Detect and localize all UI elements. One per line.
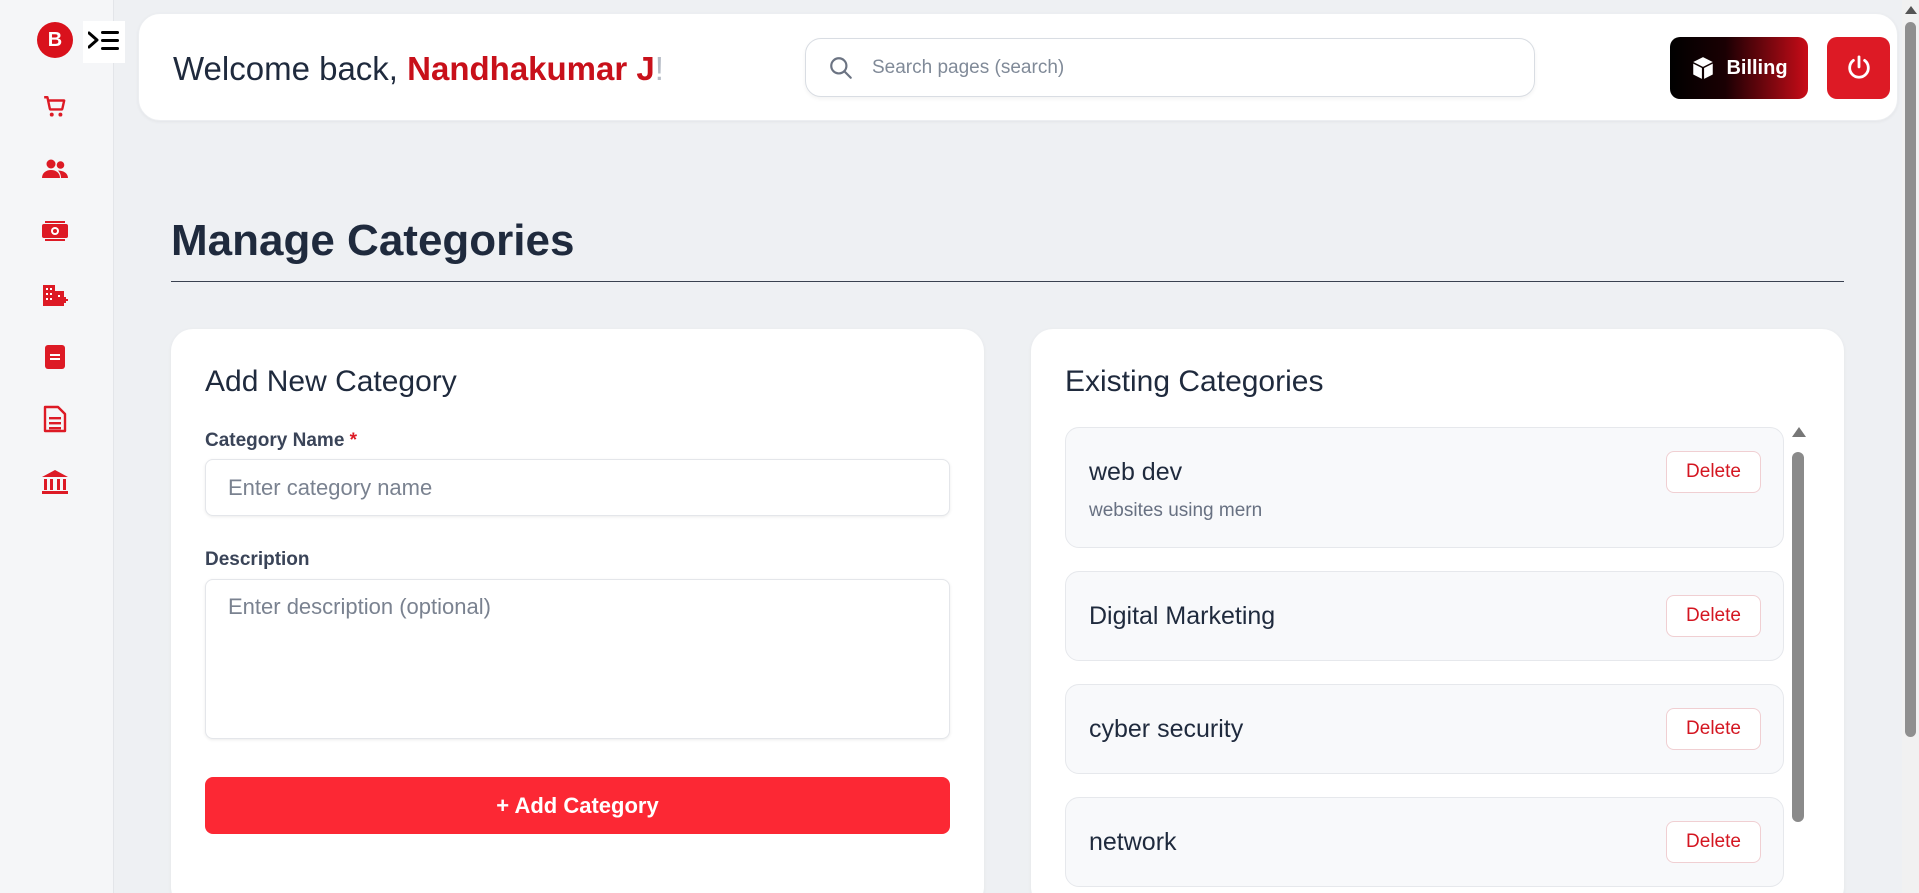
page-scroll-up-arrow-icon[interactable]: [1905, 6, 1917, 14]
nav-bank[interactable]: [40, 467, 70, 497]
box-icon: [1693, 57, 1714, 79]
page-scrollbar-thumb[interactable]: [1905, 22, 1916, 737]
delete-button[interactable]: Delete: [1666, 821, 1761, 863]
nav-documents[interactable]: [40, 342, 70, 372]
welcome-message: Welcome back, Nandhakumar J!: [173, 50, 664, 88]
delete-button[interactable]: Delete: [1666, 708, 1761, 750]
scroll-up-arrow-icon[interactable]: [1792, 427, 1806, 437]
bank-icon: [42, 470, 68, 494]
list-item: cyber security Delete: [1065, 684, 1784, 774]
cart-icon: [44, 96, 66, 117]
search-box: [805, 38, 1535, 97]
category-list-scrollbar[interactable]: [1790, 427, 1806, 893]
category-description: websites using mern: [1089, 500, 1263, 521]
nav-branches[interactable]: [40, 280, 70, 310]
search-icon: [830, 57, 852, 79]
welcome-prefix: Welcome back,: [173, 50, 408, 87]
sidebar: B: [0, 0, 125, 893]
brand-logo[interactable]: B: [37, 22, 73, 58]
billing-button[interactable]: Billing: [1670, 37, 1808, 99]
document-icon: [45, 345, 65, 369]
category-name-label: Category Name *: [205, 430, 357, 452]
delete-button[interactable]: Delete: [1666, 451, 1761, 493]
app: B Welcome back, Nandhakumar J! Search pa…: [0, 0, 1919, 893]
list-item: Digital Marketing Delete: [1065, 571, 1784, 661]
category-name: web dev: [1089, 458, 1183, 486]
category-name: Digital Marketing: [1089, 602, 1276, 630]
page-scrollbar[interactable]: [1902, 0, 1919, 893]
title-divider: [171, 281, 1844, 282]
menu-toggle-button[interactable]: [83, 21, 125, 63]
nav-users[interactable]: [40, 154, 70, 184]
report-icon: [43, 405, 67, 433]
existing-categories-card: Existing Categories web dev websites usi…: [1031, 329, 1844, 893]
top-header: Welcome back, Nandhakumar J! Billing: [138, 13, 1898, 121]
description-label: Description: [205, 549, 310, 570]
list-item: web dev websites using mern Delete: [1065, 427, 1784, 548]
add-category-card: Add New Category Category Name * Descrip…: [171, 329, 984, 893]
delete-button[interactable]: Delete: [1666, 595, 1761, 637]
add-category-button[interactable]: + Add Category: [205, 777, 950, 834]
category-name-input[interactable]: [205, 459, 950, 516]
add-category-title: Add New Category: [205, 365, 457, 398]
brand-logo-letter: B: [47, 28, 63, 51]
billing-label: Billing: [1726, 56, 1788, 79]
category-name-label-text: Category Name: [205, 430, 345, 451]
description-textarea[interactable]: [205, 579, 950, 739]
required-mark: *: [349, 430, 358, 451]
users-icon: [42, 159, 68, 178]
scrollbar-thumb[interactable]: [1792, 452, 1804, 822]
welcome-suffix: !: [654, 50, 664, 87]
list-item: network Delete: [1065, 797, 1784, 887]
menu-collapse-icon: [88, 31, 119, 50]
building-add-icon: [43, 285, 68, 306]
logout-button[interactable]: [1827, 37, 1890, 99]
nav-cart[interactable]: [40, 92, 70, 122]
category-name: network: [1089, 828, 1177, 856]
existing-categories-title: Existing Categories: [1065, 365, 1324, 398]
nav-reports[interactable]: [40, 404, 70, 434]
money-icon: [42, 221, 68, 241]
category-list[interactable]: web dev websites using mern Delete Digit…: [1065, 427, 1784, 893]
category-name: cyber security: [1089, 715, 1244, 743]
user-name: Nandhakumar J: [407, 50, 655, 87]
power-icon: [1847, 55, 1870, 79]
search-input[interactable]: [872, 39, 1512, 96]
page-title: Manage Categories: [171, 216, 575, 265]
nav-payments[interactable]: [40, 216, 70, 246]
